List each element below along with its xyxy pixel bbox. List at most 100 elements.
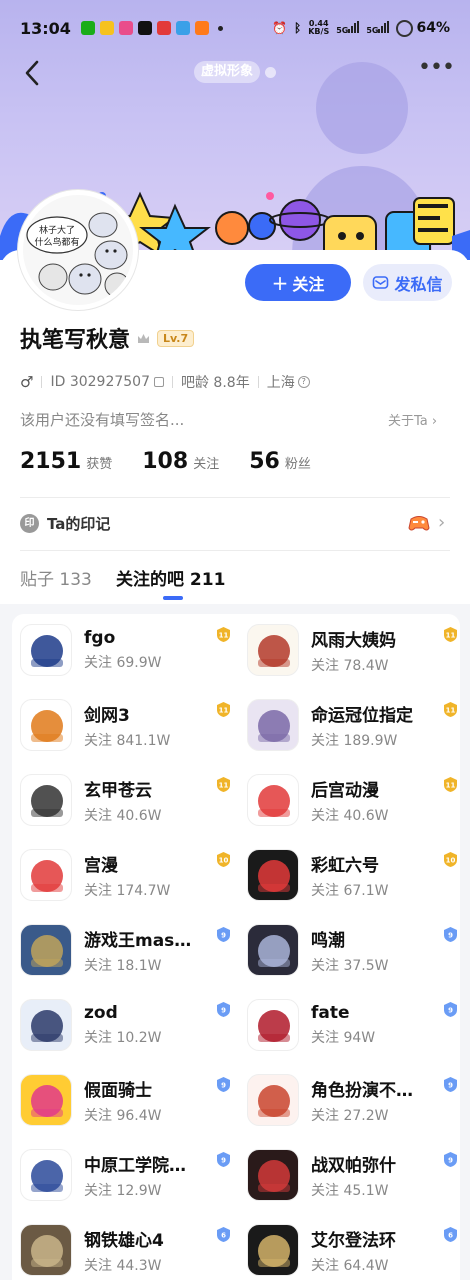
wuthering-waves-avatar xyxy=(247,924,299,976)
forum-item[interactable]: 宫漫 关注 174.7W 10 xyxy=(20,845,240,905)
jx3-logo xyxy=(20,699,72,751)
tab-followed-bars[interactable]: 关注的吧 211 xyxy=(116,565,225,590)
forum-item[interactable]: 假面骑士 关注 96.4W 9 xyxy=(20,1070,240,1130)
stat-following[interactable]: 108 关注 xyxy=(142,449,219,474)
anime-girl-avatar xyxy=(20,999,72,1051)
app-icon xyxy=(99,21,114,35)
copy-icon[interactable] xyxy=(153,377,164,387)
level-number: 9 xyxy=(448,1007,453,1015)
fate-grand-order-logo xyxy=(20,624,72,676)
about-link[interactable]: 关于Ta › xyxy=(388,410,437,429)
virtual-image-dot xyxy=(265,67,276,78)
virtual-image-chip[interactable]: 虚拟形象 xyxy=(194,61,261,83)
level-number: 9 xyxy=(448,932,453,940)
divider xyxy=(20,550,450,551)
forum-item[interactable]: 风雨大姨妈 关注 78.4W 11 xyxy=(247,620,467,680)
rainbow-six-logo xyxy=(247,849,299,901)
level-shield-icon: 11 xyxy=(444,777,457,792)
divider xyxy=(171,376,173,388)
follow-label: 关注 xyxy=(292,274,325,294)
forum-name: 剑网3 xyxy=(84,705,130,726)
forum-item-text: 后宫动漫 关注 40.6W xyxy=(311,776,441,825)
forum-name: 命运冠位指定 xyxy=(311,705,413,726)
forum-item-text: 战双帕弥什 关注 45.1W xyxy=(311,1151,441,1200)
chevron-right-icon: › xyxy=(438,512,446,533)
svg-text:林子大了: 林子大了 xyxy=(39,224,75,236)
elden-ring-logo xyxy=(247,1224,299,1276)
forum-item[interactable]: 战双帕弥什 关注 45.1W 9 xyxy=(247,1145,467,1205)
forum-follow-count: 关注 64.4W xyxy=(311,1257,389,1274)
male-gender-icon: ♂ xyxy=(20,373,34,391)
forum-item[interactable]: 剑网3 关注 841.1W 11 xyxy=(20,695,240,755)
forum-item[interactable]: 彩虹六号 关注 67.1W 10 xyxy=(247,845,467,905)
level-shield-icon: 9 xyxy=(217,1077,230,1092)
forum-item[interactable]: 中原工学院… 关注 12.9W 9 xyxy=(20,1145,240,1205)
follow-button[interactable]: + 关注 xyxy=(245,264,351,301)
battery-icon xyxy=(396,19,414,37)
forum-follow-count: 关注 37.5W xyxy=(311,957,389,974)
alarm-icon: ⏰ xyxy=(272,21,288,35)
level-shield-icon: 9 xyxy=(217,927,230,942)
level-shield-icon: 11 xyxy=(217,627,230,642)
ta-mark-badge[interactable]: › xyxy=(408,512,445,533)
followed-bars-grid: fgo 关注 69.9W 11 风雨大姨妈 关注 78.4W 11 剑网3 关注 841.1W… xyxy=(12,614,460,1280)
level-shield-icon: 9 xyxy=(444,1002,457,1017)
divider xyxy=(20,497,450,498)
forum-item[interactable]: 鸣潮 关注 37.5W 9 xyxy=(247,920,467,980)
forum-item[interactable]: fate 关注 94W 9 xyxy=(247,995,467,1055)
tiktok-icon xyxy=(137,21,152,35)
stat-fans[interactable]: 56 粉丝 xyxy=(249,449,311,474)
stat-likes[interactable]: 2151 获赞 xyxy=(20,449,112,474)
signal-5g-icon: 5G xyxy=(366,20,390,36)
forum-name: 中原工学院… xyxy=(84,1155,186,1176)
level-number: 11 xyxy=(219,782,229,790)
forum-item[interactable]: 后宫动漫 关注 40.6W 11 xyxy=(247,770,467,830)
forum-name: zod xyxy=(84,1003,118,1023)
plus-icon: + xyxy=(271,270,289,295)
forum-item-text: 中原工学院… 关注 12.9W xyxy=(84,1151,214,1200)
profile-page: 13:04 ⏰ ᛒ 0.44 KB/S 5G 5G 64% 虚拟形象 ••• 林… xyxy=(0,0,470,1280)
forum-item[interactable]: 命运冠位指定 关注 189.9W 11 xyxy=(247,695,467,755)
forum-item[interactable]: 艾尔登法环 关注 64.4W 6 xyxy=(247,1220,467,1280)
level-shield-icon: 9 xyxy=(444,927,457,942)
help-icon[interactable]: ? xyxy=(297,376,310,388)
ta-mark-row[interactable]: 印 Ta的印记 xyxy=(20,513,110,534)
tab-posts[interactable]: 贴子 133 xyxy=(20,565,92,590)
forum-item[interactable]: fgo 关注 69.9W 11 xyxy=(20,620,240,680)
level-number: 9 xyxy=(221,1007,226,1015)
avatar[interactable]: 林子大了 什么鸟都有 xyxy=(18,190,138,310)
forum-item-text: 游戏王mas… 关注 18.1W xyxy=(84,926,214,975)
forum-follow-count: 关注 174.7W xyxy=(84,882,171,899)
level-shield-icon: 11 xyxy=(444,702,457,717)
wechat-icon xyxy=(80,21,95,35)
forum-follow-count: 关注 12.9W xyxy=(84,1182,162,1199)
more-dots-icon[interactable]: ••• xyxy=(418,57,455,82)
forum-item-text: 宫漫 关注 174.7W xyxy=(84,851,214,900)
forum-item-text: 风雨大姨妈 关注 78.4W xyxy=(311,626,441,675)
forum-item-text: 玄甲苍云 关注 40.6W xyxy=(84,776,214,825)
signal-5g-icon: 5G xyxy=(336,20,360,36)
forum-item-text: 命运冠位指定 关注 189.9W xyxy=(311,701,441,750)
level-shield-icon: 9 xyxy=(217,1002,230,1017)
crown-badge-icon xyxy=(138,333,150,343)
forum-item-text: 剑网3 关注 841.1W xyxy=(84,701,214,750)
level-shield-icon: 9 xyxy=(217,1152,230,1167)
bar-age: 吧龄 8.8年 xyxy=(180,375,250,391)
forum-item[interactable]: zod 关注 10.2W 9 xyxy=(20,995,240,1055)
hearts-of-iron-logo xyxy=(20,1224,72,1276)
forum-item[interactable]: 游戏王mas… 关注 18.1W 9 xyxy=(20,920,240,980)
calligraphy-text-icon xyxy=(247,624,299,676)
status-time: 13:04 xyxy=(20,18,71,38)
forum-item[interactable]: 钢铁雄心4 关注 44.3W 6 xyxy=(20,1220,240,1280)
level-shield-icon: 10 xyxy=(217,852,230,867)
level-number: 10 xyxy=(446,857,456,865)
app-icon xyxy=(194,21,209,35)
forum-follow-count: 关注 45.1W xyxy=(311,1182,389,1199)
divider xyxy=(41,376,43,388)
avatar-birds-image: 林子大了 什么鸟都有 xyxy=(23,195,133,305)
back-arrow-icon[interactable] xyxy=(20,58,46,88)
forum-item[interactable]: 角色扮演不… 关注 27.2W 9 xyxy=(247,1070,467,1130)
forum-name: 后宫动漫 xyxy=(311,780,379,801)
forum-item[interactable]: 玄甲苍云 关注 40.6W 11 xyxy=(20,770,240,830)
private-message-button[interactable]: 发私信 xyxy=(363,264,452,301)
